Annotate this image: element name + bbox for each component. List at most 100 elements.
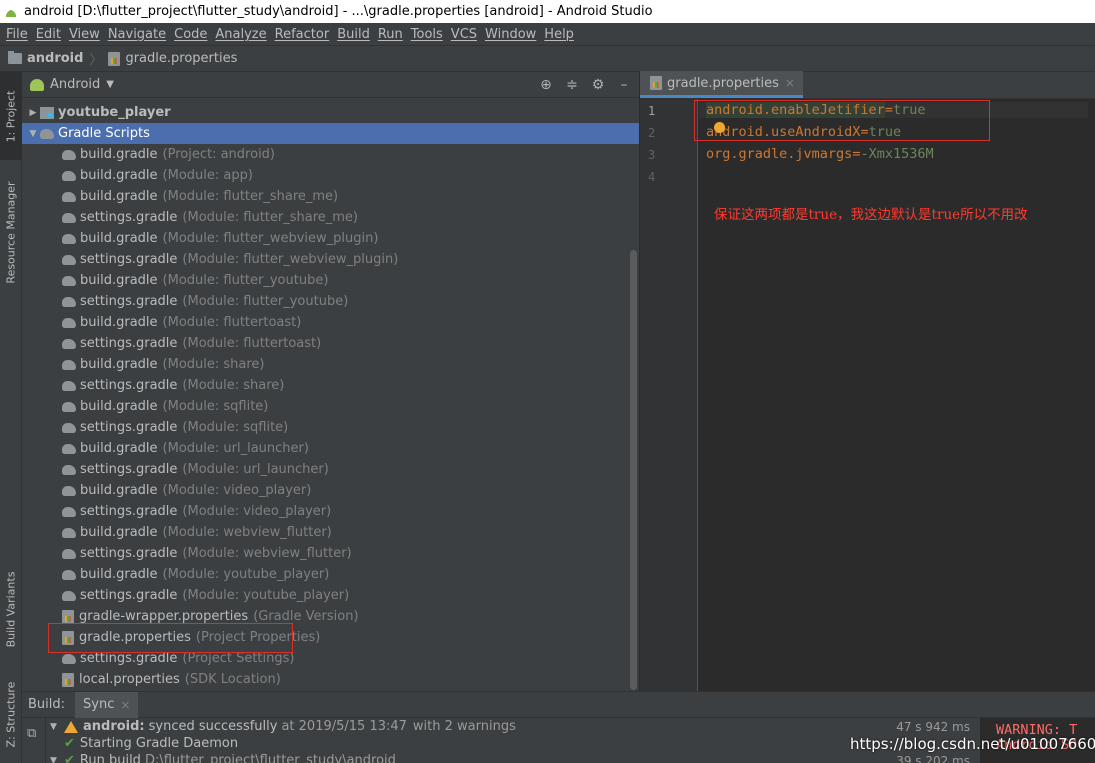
tree-item-label: build.gradle xyxy=(80,168,158,183)
tree-item-label: build.gradle xyxy=(80,315,158,330)
tree-item[interactable]: build.gradle (Module: fluttertoast) xyxy=(22,312,639,333)
tree-item[interactable]: settings.gradle (Module: fluttertoast) xyxy=(22,333,639,354)
build-row-detail: at 2019/5/15 13:47 xyxy=(281,719,407,734)
tool-tab-structure-label: Z: Structure xyxy=(4,681,18,748)
build-row-label: Starting Gradle Daemon xyxy=(79,736,239,751)
tree-item[interactable]: settings.gradle (Module: url_launcher) xyxy=(22,459,639,480)
tree-item-hint: (Gradle Version) xyxy=(253,609,359,624)
tree-item[interactable]: local.properties (SDK Location) xyxy=(22,669,639,690)
tool-tab-project[interactable]: 1: Project xyxy=(0,72,22,160)
editor-tab-gradle-properties[interactable]: gradle.properties × xyxy=(640,71,803,98)
close-icon[interactable]: × xyxy=(120,698,130,712)
tree-item-label: settings.gradle xyxy=(80,210,178,225)
chevron-right-icon: 〉 xyxy=(89,53,103,68)
breadcrumb-project[interactable]: android xyxy=(8,51,83,66)
gradle-icon xyxy=(62,422,76,433)
menu-analyze[interactable]: Analyze xyxy=(211,27,270,42)
gradle-icon xyxy=(62,338,76,349)
tree-item[interactable]: ▶ youtube_player xyxy=(22,102,639,123)
gradle-icon xyxy=(40,128,54,139)
menu-file[interactable]: File xyxy=(2,27,32,42)
tree-item[interactable]: settings.gradle (Module: flutter_share_me… xyxy=(22,207,639,228)
check-icon: ✔ xyxy=(64,753,75,763)
tree-item[interactable]: build.gradle (Module: youtube_player) xyxy=(22,564,639,585)
tree-item-label: settings.gradle xyxy=(80,504,178,519)
tree-item[interactable]: settings.gradle (Module: flutter_webview_… xyxy=(22,249,639,270)
collapse-all-icon[interactable]: ≑ xyxy=(563,77,581,93)
toggle-view-icon[interactable]: ⧉ xyxy=(27,726,36,741)
gradle-icon xyxy=(62,401,76,412)
build-row-run-build[interactable]: ▼ ✔ Run build D:\flutter_project\flutter… xyxy=(50,752,980,763)
locate-icon[interactable]: ⊕ xyxy=(537,77,555,93)
build-row-label: Run build xyxy=(79,753,141,763)
tree-item[interactable]: settings.gradle (Module: flutter_youtube) xyxy=(22,291,639,312)
tab-sync[interactable]: Sync × xyxy=(75,691,139,718)
build-row-sync[interactable]: ▼ android: synced successfully at 2019/5… xyxy=(50,718,980,735)
tree-item[interactable]: build.gradle (Module: url_launcher) xyxy=(22,438,639,459)
tree-item[interactable]: settings.gradle (Module: webview_flutter) xyxy=(22,543,639,564)
gradle-icon xyxy=(62,296,76,307)
gradle-icon xyxy=(62,212,76,223)
gradle-icon xyxy=(62,191,76,202)
build-row-daemon[interactable]: ✔ Starting Gradle Daemon xyxy=(64,735,238,752)
code-line-3[interactable]: org.gradle.jvmargs=-Xmx1536M xyxy=(706,146,934,162)
tree-item-label: build.gradle xyxy=(80,231,158,246)
tree-item[interactable]: build.gradle (Module: flutter_youtube) xyxy=(22,270,639,291)
tree-item[interactable]: settings.gradle (Module: share) xyxy=(22,375,639,396)
tree-item[interactable]: build.gradle (Module: webview_flutter) xyxy=(22,522,639,543)
gradle-icon xyxy=(62,527,76,538)
menu-vcs[interactable]: VCS xyxy=(447,27,481,42)
chevron-down-icon[interactable]: ▼ xyxy=(26,129,40,139)
tree-item-hint: (Module: share) xyxy=(182,378,285,393)
breadcrumb-file[interactable]: gradle.properties xyxy=(108,51,237,66)
menu-code[interactable]: Code xyxy=(170,27,211,42)
tree-item[interactable]: build.gradle (Project: android) xyxy=(22,144,639,165)
gear-icon[interactable]: ⚙ xyxy=(589,77,607,93)
tree-item[interactable]: build.gradle (Module: app) xyxy=(22,165,639,186)
tree-item-hint: (Module: webview_flutter) xyxy=(182,546,352,561)
gradle-icon xyxy=(62,170,76,181)
tree-item[interactable]: build.gradle (Module: flutter_webview_plu… xyxy=(22,228,639,249)
tree-item[interactable]: build.gradle (Module: flutter_share_me) xyxy=(22,186,639,207)
gradle-icon xyxy=(62,233,76,244)
menu-help[interactable]: Help xyxy=(540,27,578,42)
menu-window[interactable]: Window xyxy=(481,27,540,42)
build-row-label: android: xyxy=(83,719,145,734)
project-scrollbar[interactable] xyxy=(630,250,637,690)
close-icon[interactable]: × xyxy=(785,76,795,90)
chevron-down-icon[interactable]: ▼ xyxy=(50,722,64,732)
tool-tab-structure[interactable]: Z: Structure xyxy=(0,672,22,757)
menu-navigate[interactable]: Navigate xyxy=(104,27,170,42)
tree-item-label: build.gradle xyxy=(80,147,158,162)
project-view-label: Android xyxy=(50,77,101,92)
tree-item-hint: (Module: fluttertoast) xyxy=(162,315,302,330)
tree-item[interactable]: ▼ Gradle Scripts xyxy=(22,123,639,144)
tree-item[interactable]: build.gradle (Module: video_player) xyxy=(22,480,639,501)
tree-item-hint: (Module: flutter_youtube) xyxy=(182,294,349,309)
tree-item[interactable]: settings.gradle (Module: youtube_player) xyxy=(22,585,639,606)
menu-edit[interactable]: Edit xyxy=(32,27,65,42)
chevron-down-icon[interactable]: ▼ xyxy=(50,756,64,763)
menu-refactor[interactable]: Refactor xyxy=(271,27,334,42)
tree-item[interactable]: build.gradle (Module: sqflite) xyxy=(22,396,639,417)
menu-view[interactable]: View xyxy=(65,27,104,42)
tree-item-label: settings.gradle xyxy=(80,336,178,351)
tree-item[interactable]: settings.gradle (Module: video_player) xyxy=(22,501,639,522)
menu-tools[interactable]: Tools xyxy=(407,27,447,42)
tool-tab-resource-manager[interactable]: Resource Manager xyxy=(0,167,22,297)
tool-tab-build-variants[interactable]: Build Variants xyxy=(0,562,22,657)
build-row-status: synced successfully xyxy=(148,719,278,734)
tree-item[interactable]: build.gradle (Module: share) xyxy=(22,354,639,375)
menu-build[interactable]: Build xyxy=(333,27,374,42)
tree-item[interactable]: settings.gradle (Module: sqflite) xyxy=(22,417,639,438)
project-view-selector[interactable]: Android ▼ xyxy=(30,77,114,92)
tree-item-label: Gradle Scripts xyxy=(58,126,150,141)
menu-run[interactable]: Run xyxy=(374,27,407,42)
minimize-icon[interactable]: – xyxy=(615,77,633,93)
gradle-icon xyxy=(62,275,76,286)
chevron-right-icon[interactable]: ▶ xyxy=(26,108,40,118)
tree-item-label: settings.gradle xyxy=(80,546,178,561)
code-area[interactable]: android.enableJetifier=true android.useA… xyxy=(694,99,1095,691)
editor-tab-bar: gradle.properties × xyxy=(640,71,1095,99)
gradle-icon xyxy=(62,653,76,664)
